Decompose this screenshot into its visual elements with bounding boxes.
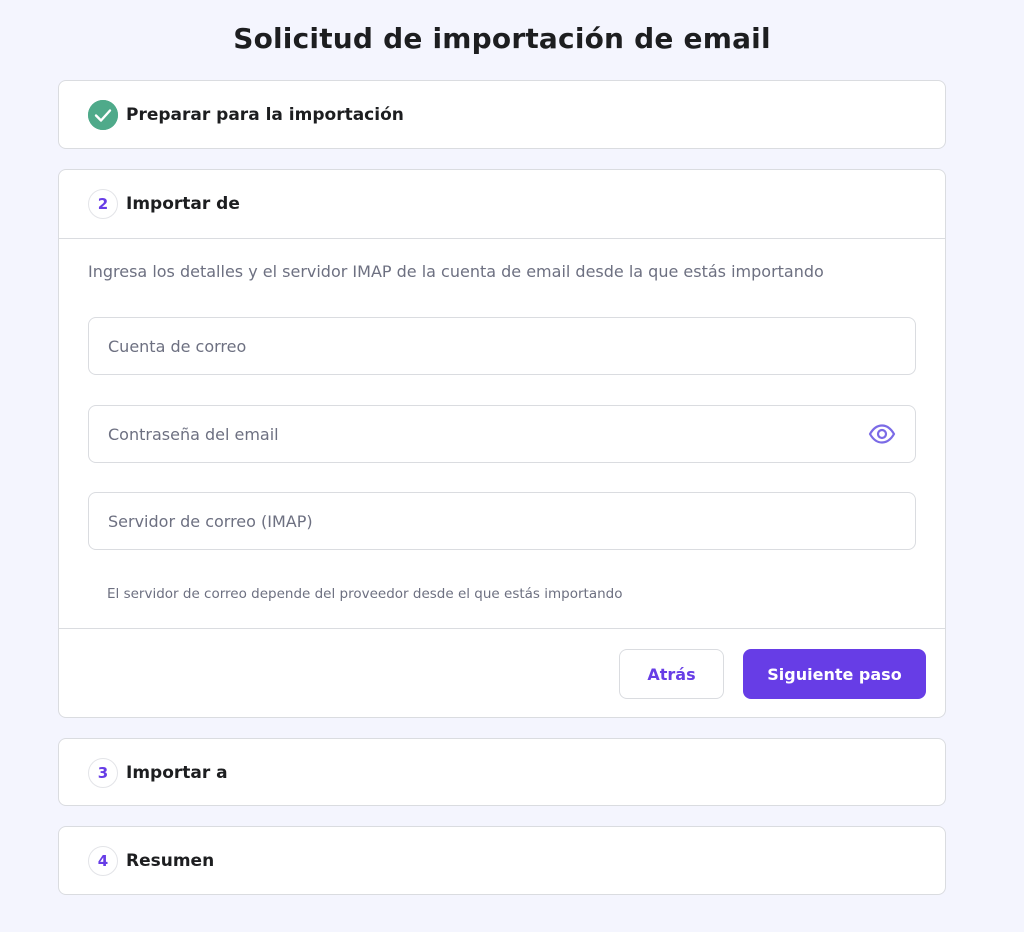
email-password-input[interactable]: [108, 424, 868, 444]
back-button[interactable]: Atrás: [619, 649, 724, 699]
header-divider: [59, 238, 945, 239]
step-card-import-from: 2 Importar de Ingresa los detalles y el …: [58, 169, 946, 718]
step-header-prepare[interactable]: Preparar para la importación: [59, 81, 945, 149]
step-card-import-to[interactable]: 3 Importar a: [58, 738, 946, 806]
step-header-import-from[interactable]: 2 Importar de: [59, 170, 945, 238]
step-header-import-to[interactable]: 3 Importar a: [59, 739, 945, 807]
email-account-input[interactable]: [108, 336, 868, 356]
mail-server-field[interactable]: [88, 492, 916, 550]
step-number-badge: 3: [88, 758, 118, 788]
step-title-summary: Resumen: [126, 851, 215, 871]
mail-server-hint: El servidor de correo depende del provee…: [107, 586, 623, 602]
import-from-intro: Ingresa los detalles y el servidor IMAP …: [88, 262, 824, 281]
email-password-field[interactable]: [88, 405, 916, 463]
step-card-prepare[interactable]: Preparar para la importación: [58, 80, 946, 149]
page-title: Solicitud de importación de email: [233, 22, 771, 55]
check-icon: [88, 100, 118, 130]
eye-icon[interactable]: [868, 422, 896, 446]
step-title-prepare: Preparar para la importación: [126, 105, 404, 125]
step-number-badge: 2: [88, 189, 118, 219]
step-number-badge: 4: [88, 846, 118, 876]
step-title-import-from: Importar de: [126, 194, 240, 214]
email-account-field[interactable]: [88, 317, 916, 375]
footer-divider: [59, 628, 945, 629]
step-card-summary[interactable]: 4 Resumen: [58, 826, 946, 895]
step-title-import-to: Importar a: [126, 763, 228, 783]
next-step-button[interactable]: Siguiente paso: [743, 649, 926, 699]
mail-server-input[interactable]: [108, 511, 868, 531]
step-header-summary[interactable]: 4 Resumen: [59, 827, 945, 895]
